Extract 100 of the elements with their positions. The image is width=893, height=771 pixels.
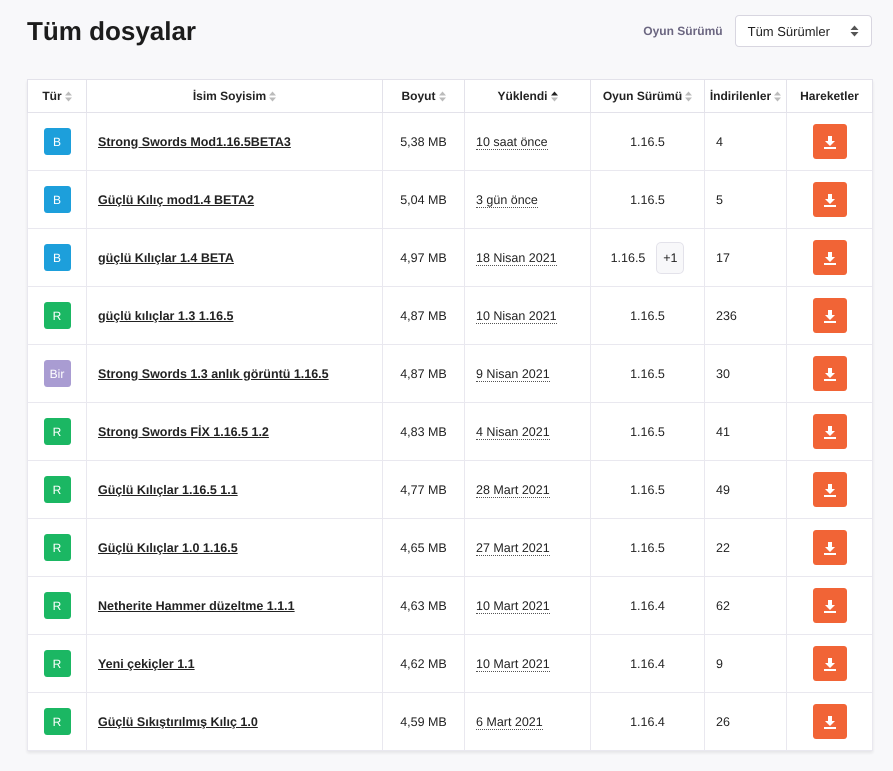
- column-header[interactable]: İsim Soyisim: [86, 80, 382, 112]
- upload-date: 18 Nisan 2021: [476, 250, 557, 266]
- file-size-cell: 4,63 MB: [382, 576, 464, 634]
- game-version: 1.16.5: [630, 308, 665, 322]
- filter-label: Oyun Sürümü: [643, 24, 723, 38]
- download-button[interactable]: [812, 240, 846, 275]
- upload-date: 3 gün önce: [476, 192, 538, 208]
- file-size-cell: 4,65 MB: [382, 518, 464, 576]
- download-button[interactable]: [812, 124, 846, 159]
- game-version: 1.16.5: [630, 366, 665, 380]
- file-name-link[interactable]: Strong Swords FİX 1.16.5 1.2: [98, 424, 269, 438]
- column-header[interactable]: İndirilenler: [704, 80, 786, 112]
- download-icon: [822, 366, 836, 380]
- upload-date: 4 Nisan 2021: [476, 424, 550, 440]
- download-count-cell: 17: [704, 228, 786, 286]
- download-count-cell: 5: [704, 170, 786, 228]
- download-count-cell: 236: [704, 286, 786, 344]
- file-size-cell: 4,77 MB: [382, 460, 464, 518]
- upload-date: 28 Mart 2021: [476, 482, 550, 498]
- game-version: 1.16.5: [630, 482, 665, 496]
- file-name-link[interactable]: Güçlü Kılıçlar 1.16.5 1.1: [98, 482, 238, 496]
- sort-icon: [774, 90, 782, 102]
- download-count-cell: 4: [704, 112, 786, 170]
- sort-icon: [64, 90, 72, 102]
- file-size-cell: 4,83 MB: [382, 402, 464, 460]
- download-icon: [822, 714, 836, 728]
- file-size-cell: 4,59 MB: [382, 692, 464, 750]
- download-count-cell: 26: [704, 692, 786, 750]
- download-button[interactable]: [812, 530, 846, 565]
- upload-date: 6 Mart 2021: [476, 714, 543, 730]
- game-version: 1.16.4: [630, 656, 665, 670]
- file-name-link[interactable]: Güçlü Sıkıştırılmış Kılıç 1.0: [98, 714, 258, 728]
- download-icon: [822, 540, 836, 554]
- more-versions-button[interactable]: +1: [656, 242, 684, 274]
- column-header[interactable]: Tür: [28, 80, 86, 112]
- file-size-cell: 4,62 MB: [382, 634, 464, 692]
- download-button[interactable]: [812, 298, 846, 333]
- release-type-badge: R: [44, 476, 70, 503]
- download-button[interactable]: [812, 356, 846, 391]
- download-icon: [822, 250, 836, 264]
- file-name-link[interactable]: Yeni çekiçler 1.1: [98, 656, 195, 670]
- download-icon: [822, 424, 836, 438]
- sort-caret-icon: [850, 25, 859, 37]
- column-header[interactable]: Oyun Sürümü: [590, 80, 704, 112]
- download-count-cell: 49: [704, 460, 786, 518]
- game-version: 1.16.5: [630, 540, 665, 554]
- upload-date: 27 Mart 2021: [476, 540, 550, 556]
- sort-icon: [269, 90, 276, 102]
- upload-date: 10 saat önce: [476, 134, 548, 150]
- column-header[interactable]: Yüklendi: [464, 80, 590, 112]
- upload-date: 10 Mart 2021: [476, 598, 550, 614]
- file-size-cell: 5,38 MB: [382, 112, 464, 170]
- release-type-badge: B: [44, 244, 70, 271]
- upload-date: 9 Nisan 2021: [476, 366, 550, 382]
- download-icon: [822, 482, 836, 496]
- release-type-badge: B: [44, 128, 70, 155]
- download-count-cell: 62: [704, 576, 786, 634]
- file-name-link[interactable]: Güçlü Kılıç mod1.4 BETA2: [98, 192, 254, 206]
- download-icon: [822, 192, 836, 206]
- download-button[interactable]: [812, 646, 846, 681]
- file-size-cell: 4,87 MB: [382, 344, 464, 402]
- game-version: 1.16.5: [630, 424, 665, 438]
- download-count-cell: 30: [704, 344, 786, 402]
- download-count-cell: 9: [704, 634, 786, 692]
- file-name-link[interactable]: Strong Swords 1.3 anlık görüntü 1.16.5: [98, 366, 329, 380]
- file-name-link[interactable]: Güçlü Kılıçlar 1.0 1.16.5: [98, 540, 238, 554]
- release-type-badge: B: [44, 186, 70, 213]
- file-name-link[interactable]: güçlü Kılıçlar 1.4 BETA: [98, 250, 234, 264]
- release-type-badge: R: [44, 534, 70, 561]
- download-count-cell: 41: [704, 402, 786, 460]
- release-type-badge: R: [44, 592, 70, 619]
- download-count-cell: 22: [704, 518, 786, 576]
- sort-icon: [438, 90, 446, 102]
- download-icon: [822, 598, 836, 612]
- download-icon: [822, 656, 836, 670]
- download-button[interactable]: [812, 472, 846, 507]
- file-name-link[interactable]: Netherite Hammer düzeltme 1.1.1: [98, 598, 295, 612]
- file-size-cell: 4,97 MB: [382, 228, 464, 286]
- release-type-badge: R: [44, 708, 70, 735]
- game-version: 1.16.4: [630, 714, 665, 728]
- sort-icon: [685, 90, 692, 102]
- file-name-link[interactable]: güçlü kılıçlar 1.3 1.16.5: [98, 308, 234, 322]
- release-type-badge: R: [44, 650, 70, 677]
- sort-icon: [550, 90, 558, 102]
- game-version: 1.16.5: [630, 134, 665, 148]
- game-version: 1.16.5: [610, 250, 646, 264]
- download-icon: [822, 134, 836, 148]
- game-version: 1.16.4: [630, 598, 665, 612]
- download-button[interactable]: [812, 588, 846, 623]
- file-name-link[interactable]: Strong Swords Mod1.16.5BETA3: [98, 134, 291, 148]
- release-type-badge: R: [44, 418, 70, 445]
- download-button[interactable]: [812, 182, 846, 217]
- game-version: 1.16.5: [630, 192, 665, 206]
- file-size-cell: 4,87 MB: [382, 286, 464, 344]
- download-button[interactable]: [812, 414, 846, 449]
- release-type-badge: R: [44, 302, 70, 329]
- file-size-cell: 5,04 MB: [382, 170, 464, 228]
- version-select[interactable]: Tüm Sürümler: [734, 15, 872, 47]
- download-button[interactable]: [812, 704, 846, 739]
- column-header[interactable]: Boyut: [382, 80, 464, 112]
